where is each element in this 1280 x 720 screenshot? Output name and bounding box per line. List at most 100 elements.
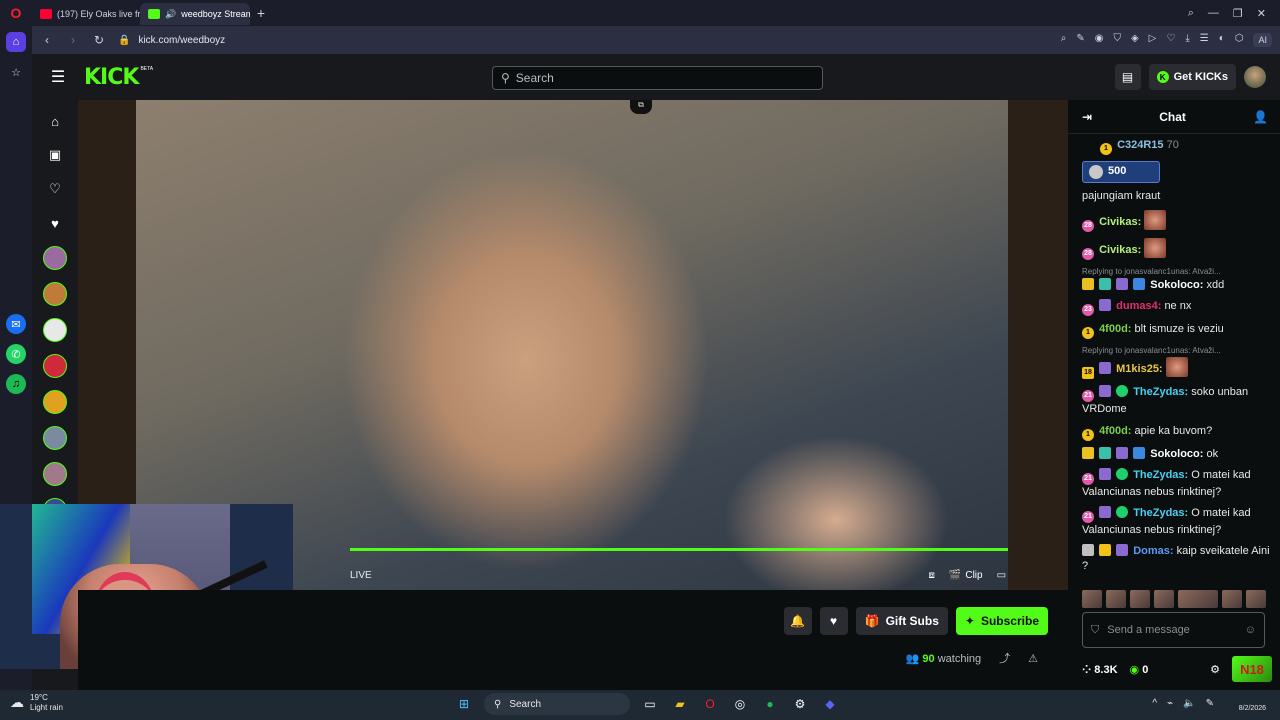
back-icon[interactable]: ‹ xyxy=(40,33,54,47)
camera-icon[interactable]: ◉ xyxy=(1095,33,1104,47)
maximize-icon[interactable]: ❐ xyxy=(1233,7,1243,20)
obs-icon[interactable]: ◎ xyxy=(730,694,750,714)
star-icon[interactable]: ☆ xyxy=(6,62,26,82)
search-input[interactable]: ⚲ Search xyxy=(492,66,823,90)
minimize-icon[interactable]: — xyxy=(1208,7,1219,20)
play-icon[interactable]: ▷ xyxy=(1149,33,1157,47)
kick-logo[interactable]: KICK xyxy=(84,65,139,90)
channel-avatar[interactable] xyxy=(43,390,67,414)
browser-tab-youtube[interactable]: (197) Ely Oaks live from B xyxy=(32,3,140,25)
chat-username[interactable]: Sokoloco: xyxy=(1150,279,1203,291)
messenger-icon[interactable]: ✉ xyxy=(6,314,26,334)
chat-settings-icon[interactable]: ⚙ xyxy=(1210,663,1220,676)
browse-icon[interactable]: ▤ xyxy=(1114,64,1141,90)
collapse-chat-icon[interactable]: ⇥ xyxy=(1082,110,1092,124)
file-explorer-icon[interactable]: ▰ xyxy=(670,694,690,714)
follow-heart-icon[interactable]: ♥ xyxy=(819,607,848,635)
emoji-icon[interactable]: ☺ xyxy=(1245,624,1256,636)
chat-username[interactable]: M1kis25: xyxy=(1116,363,1162,375)
chat-username[interactable]: 4f00d: xyxy=(1099,425,1131,437)
channel-avatar[interactable] xyxy=(43,318,67,342)
gift-subs-button[interactable]: 🎁 Gift Subs xyxy=(855,607,948,635)
opera-logo-icon[interactable]: O xyxy=(0,0,32,26)
forward-icon[interactable]: › xyxy=(66,33,80,47)
get-kicks-button[interactable]: K Get KICKs xyxy=(1148,64,1236,90)
chat-username[interactable]: TheZydas: xyxy=(1133,507,1188,519)
clip-button[interactable]: 🎬 Clip xyxy=(949,570,983,581)
popout-icon[interactable]: ⧉ xyxy=(630,100,652,114)
weather-widget[interactable]: ☁ 19°C Light rain xyxy=(10,693,63,712)
hamburger-menu-icon[interactable]: ☰ xyxy=(32,67,84,87)
share-icon[interactable]: ⤴ xyxy=(999,650,1010,666)
channel-avatar[interactable] xyxy=(43,426,67,450)
channel-avatar[interactable] xyxy=(43,462,67,486)
kicks-balance[interactable]: ◉ 0 xyxy=(1130,663,1149,676)
chat-users-icon[interactable]: 👤 xyxy=(1253,110,1268,124)
kicks-gift-box[interactable]: 500 xyxy=(1082,161,1160,183)
url-field[interactable]: 🔒 kick.com/weedboyz xyxy=(118,35,225,46)
browser-tab-kick[interactable]: 🔊 weedboyz Stream - W xyxy=(140,3,250,25)
spotify-icon[interactable]: ♫ xyxy=(6,374,26,394)
chat-username[interactable]: Domas: xyxy=(1133,545,1173,557)
volume-icon[interactable]: 🔈 xyxy=(1183,698,1195,709)
notification-bell-icon[interactable]: 🔔 xyxy=(783,607,812,635)
ai-button[interactable]: AI xyxy=(1253,33,1272,47)
channel-avatar[interactable] xyxy=(43,354,67,378)
emote-image[interactable] xyxy=(1082,590,1102,608)
extensions-icon[interactable]: ⬡ xyxy=(1235,33,1244,47)
search-tabs-icon[interactable]: ⌕ xyxy=(1188,7,1194,20)
emote-image[interactable] xyxy=(1246,590,1266,608)
opera-icon[interactable]: O xyxy=(700,694,720,714)
download-icon[interactable]: ⤓ xyxy=(1185,33,1189,47)
chat-username[interactable]: C324R15 xyxy=(1117,139,1163,151)
shield-icon[interactable]: ⛉ xyxy=(1113,33,1121,47)
report-icon[interactable]: ⚠ xyxy=(1028,652,1038,665)
new-tab-button[interactable]: + xyxy=(250,5,272,21)
emote-image[interactable] xyxy=(1130,590,1150,608)
pen-icon[interactable]: ✎ xyxy=(1206,698,1214,709)
chat-username[interactable]: Civikas: xyxy=(1099,216,1141,228)
chat-username[interactable]: dumas4: xyxy=(1116,300,1161,312)
reload-icon[interactable]: ↻ xyxy=(92,33,106,47)
following-icon[interactable]: ♡ xyxy=(49,178,61,200)
vpn-icon[interactable]: ◈ xyxy=(1131,33,1139,47)
chat-username[interactable]: Sokoloco: xyxy=(1150,448,1203,460)
network-icon[interactable]: ⌁ xyxy=(1167,698,1173,709)
chat-username[interactable]: 4f00d: xyxy=(1099,323,1131,335)
windows-start-icon[interactable]: ⊞ xyxy=(454,694,474,714)
emote-image[interactable] xyxy=(1154,590,1174,608)
whatsapp-icon[interactable]: ✆ xyxy=(6,344,26,364)
picture-in-picture-icon[interactable]: ⧈ xyxy=(929,570,935,581)
taskbar-date[interactable]: 8/2/2026 xyxy=(1239,705,1266,712)
steam-icon[interactable]: ⚙ xyxy=(790,694,810,714)
emote-image[interactable] xyxy=(1222,590,1242,608)
live-progress-bar[interactable] xyxy=(350,548,1008,551)
discord-icon[interactable]: ◆ xyxy=(820,694,840,714)
tray-overflow-icon[interactable]: ^ xyxy=(1152,698,1157,709)
emote-image[interactable] xyxy=(1178,590,1218,608)
close-icon[interactable]: ✕ xyxy=(1257,7,1266,20)
emote-image[interactable] xyxy=(1106,590,1126,608)
chat-username[interactable]: TheZydas: xyxy=(1133,469,1188,481)
home-icon[interactable]: ⌂ xyxy=(51,110,59,132)
browse-icon[interactable]: ▣ xyxy=(49,144,61,166)
chat-username[interactable]: Civikas: xyxy=(1099,244,1141,256)
heart-icon[interactable]: ♡ xyxy=(1166,33,1175,47)
subscribe-button[interactable]: ✦ Subscribe xyxy=(955,607,1048,635)
task-view-icon[interactable]: ▭ xyxy=(640,694,660,714)
account-icon[interactable]: ◐ xyxy=(1219,33,1225,47)
menu-icon[interactable]: ☰ xyxy=(1200,33,1209,47)
heart-icon[interactable]: ♥ xyxy=(51,212,59,234)
reply-context[interactable]: Replying to jonasvalanc1unas: Atvaži... xyxy=(1082,345,1278,356)
taskbar-search[interactable]: ⚲ Search xyxy=(484,693,630,715)
chat-message-input[interactable]: ⛉ Send a message ☺ xyxy=(1082,612,1265,648)
home-icon[interactable]: ⌂ xyxy=(6,32,26,52)
channel-avatar[interactable] xyxy=(43,246,67,270)
zoom-icon[interactable]: ⌕ xyxy=(1061,33,1067,47)
chat-shield-icon[interactable]: ⛉ xyxy=(1091,624,1099,637)
channel-avatar[interactable] xyxy=(43,282,67,306)
edit-icon[interactable]: ✎ xyxy=(1076,33,1084,47)
reply-context[interactable]: Replying to jonasvalanc1unas: Atvaži... xyxy=(1082,266,1278,277)
kicks-leaderboard[interactable]: ⁘ 8.3K xyxy=(1082,663,1118,676)
theater-mode-icon[interactable]: ▭ xyxy=(997,570,1006,581)
